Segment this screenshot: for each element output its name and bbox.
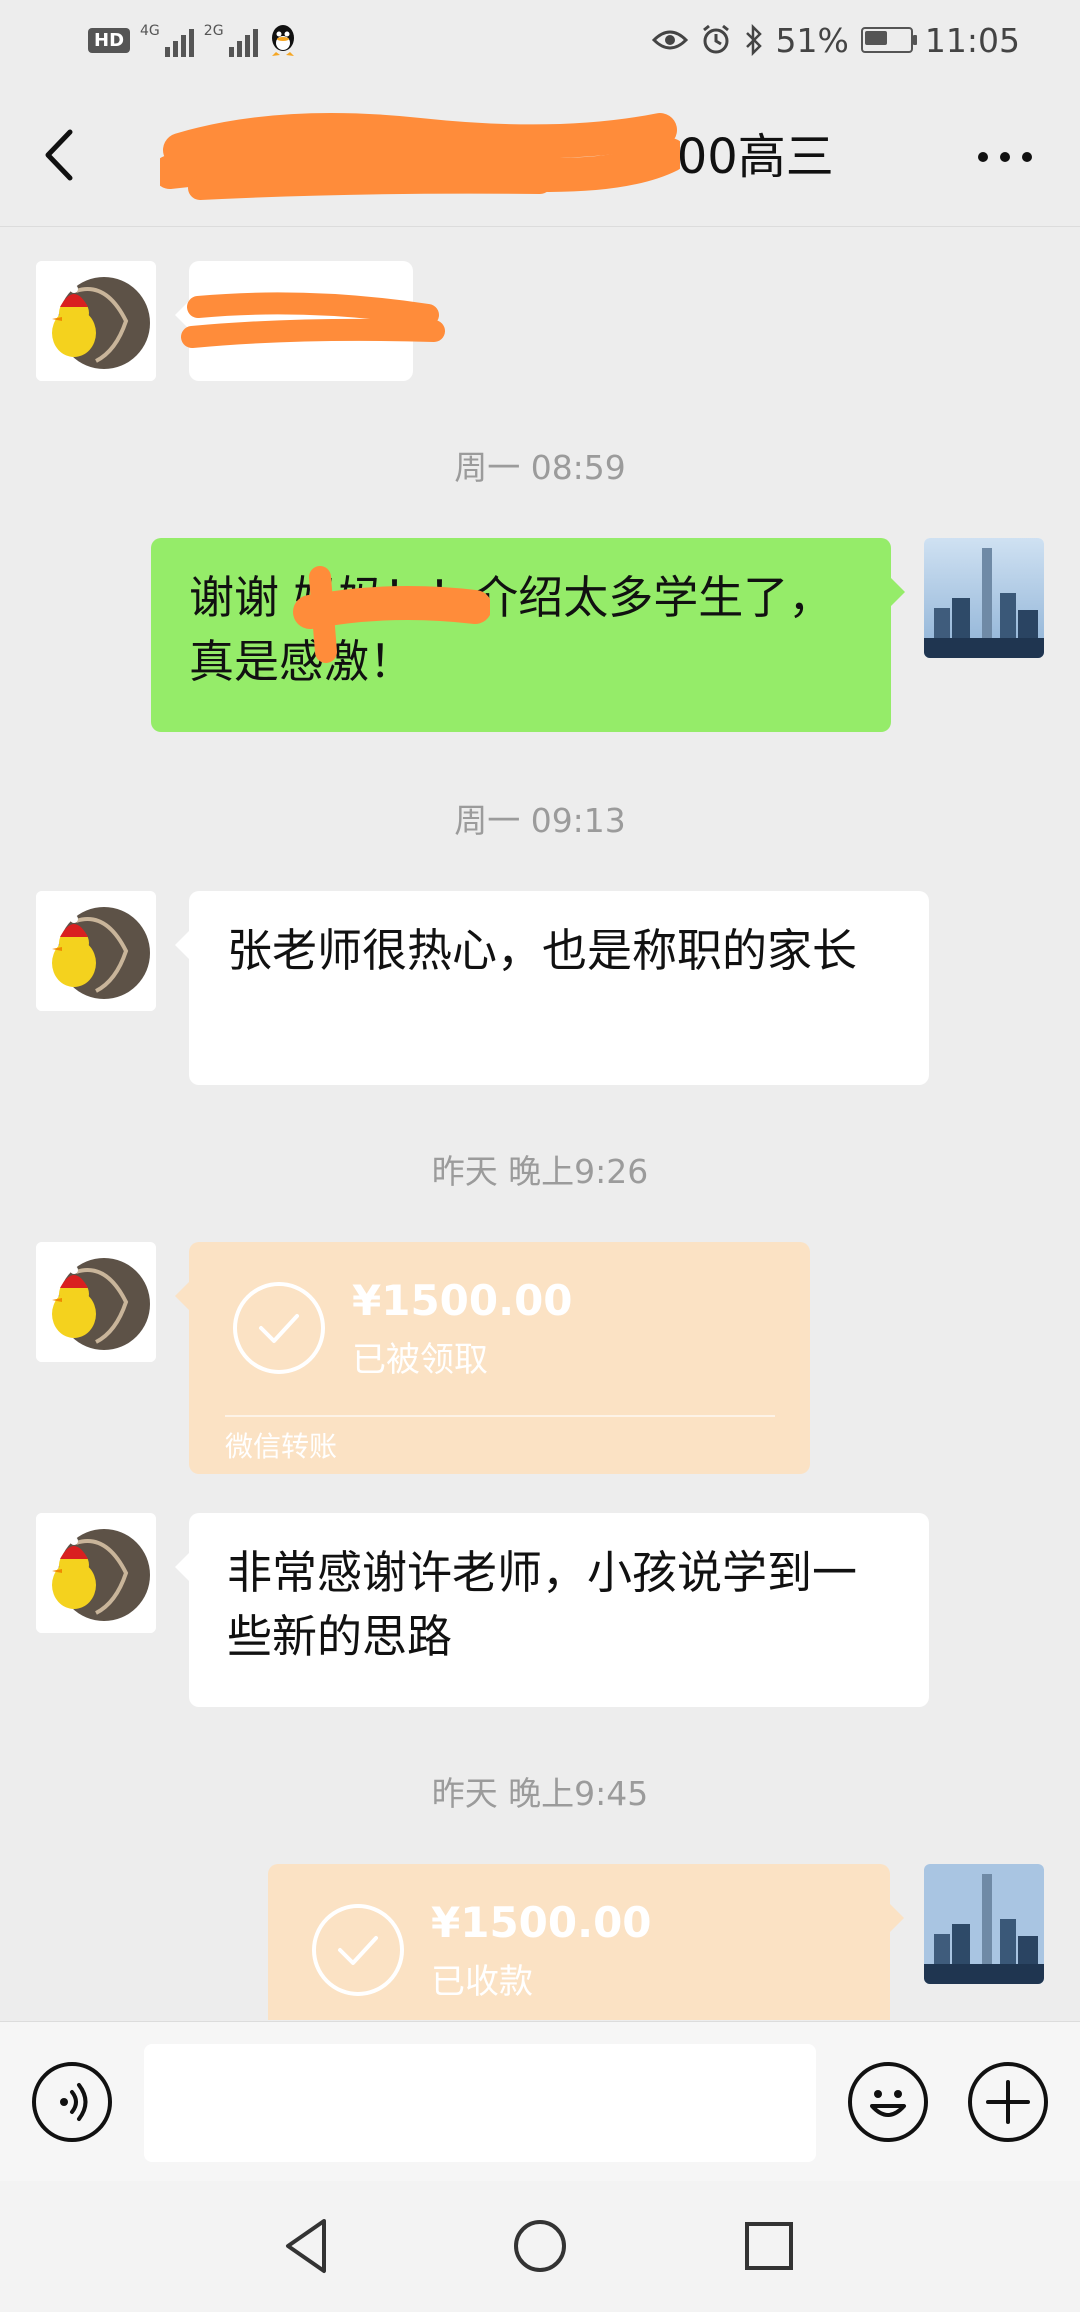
more-options-button[interactable] <box>970 142 1040 172</box>
hd-icon: HD <box>88 27 131 53</box>
check-circle-icon <box>233 1282 325 1374</box>
transfer-card-sent[interactable]: ¥1500.00 已收款 <box>268 1864 904 2020</box>
chat-area[interactable]: 周一 08:59 谢谢 妈妈！！介绍太多学生了，真是感激！ 周一 09:13 张… <box>0 227 1080 2020</box>
contact-avatar[interactable] <box>36 261 156 381</box>
add-more-icon[interactable] <box>968 2062 1048 2142</box>
message-redaction-scribble <box>181 292 445 348</box>
transfer-status: 已被领取 <box>352 1340 488 1380</box>
input-bar <box>0 2021 1080 2182</box>
contact-avatar[interactable] <box>36 1242 156 1362</box>
signal-4g-icon: 4G <box>140 23 194 57</box>
system-nav-bar <box>0 2181 1080 2312</box>
timestamp: 周一 08:59 <box>454 448 626 487</box>
city-skyline-avatar-icon <box>924 1864 1044 1984</box>
eye-icon <box>651 30 688 50</box>
clock: 11:05 <box>924 20 1020 60</box>
message-text: 谢谢 妈妈！！介绍太多学生了，真是感激！ <box>189 571 834 688</box>
my-avatar[interactable] <box>924 538 1044 658</box>
status-right: 51% 11:05 <box>651 14 1020 66</box>
nav-home-icon[interactable] <box>505 2211 575 2281</box>
transfer-card-received[interactable]: ¥1500.00 已被领取 微信转账 <box>175 1242 810 1474</box>
timestamp: 昨天 晚上9:45 <box>431 1774 649 1813</box>
battery-icon <box>860 27 917 53</box>
duck-avatar-icon <box>36 1513 156 1633</box>
chat-header: 000高三 <box>0 80 1080 227</box>
status-bar: HD 4G 2G 51% 11:05 <box>0 0 1080 80</box>
duck-avatar-icon <box>36 261 156 381</box>
alarm-icon <box>702 24 729 54</box>
voice-input-icon[interactable] <box>32 2062 112 2142</box>
my-avatar[interactable] <box>924 1864 1044 1984</box>
nav-back-icon[interactable] <box>274 2211 344 2281</box>
transfer-status: 已收款 <box>431 1962 533 2002</box>
transfer-divider <box>225 1415 775 1417</box>
transfer-amount: ¥1500.00 <box>431 1898 652 1947</box>
timestamp: 昨天 晚上9:26 <box>431 1152 649 1191</box>
transfer-amount: ¥1500.00 <box>352 1276 573 1325</box>
message-text: 张老师很热心，也是称职的家长 <box>227 924 858 977</box>
bluetooth-icon <box>745 24 762 56</box>
status-left: HD 4G 2G <box>88 20 298 60</box>
duck-avatar-icon <box>36 891 156 1011</box>
nav-recents-icon[interactable] <box>734 2211 804 2281</box>
duck-avatar-icon <box>36 1242 156 1362</box>
battery-percent: 51% <box>775 20 849 60</box>
back-arrow-icon[interactable] <box>30 120 90 190</box>
title-redaction-scribble <box>160 113 680 200</box>
message-text: 非常感谢许老师，小孩说学到一些新的思路 <box>227 1546 858 1663</box>
contact-avatar[interactable] <box>36 891 156 1011</box>
message-received[interactable]: 张老师很热心，也是称职的家长 <box>175 891 929 1085</box>
signal-2g-icon: 2G <box>204 23 258 57</box>
name-redaction-scribble <box>293 566 490 663</box>
timestamp: 周一 09:13 <box>454 801 626 840</box>
contact-avatar[interactable] <box>36 1513 156 1633</box>
transfer-footer: 微信转账 <box>225 1430 338 1463</box>
check-circle-icon <box>312 1904 404 1996</box>
message-received[interactable]: 非常感谢许老师，小孩说学到一些新的思路 <box>175 1513 929 1707</box>
city-skyline-avatar-icon <box>924 538 1044 658</box>
qq-icon <box>271 25 294 56</box>
message-input[interactable] <box>144 2044 816 2162</box>
emoji-icon[interactable] <box>848 2062 928 2142</box>
message-sent[interactable]: 谢谢 妈妈！！介绍太多学生了，真是感激！ <box>151 538 905 732</box>
